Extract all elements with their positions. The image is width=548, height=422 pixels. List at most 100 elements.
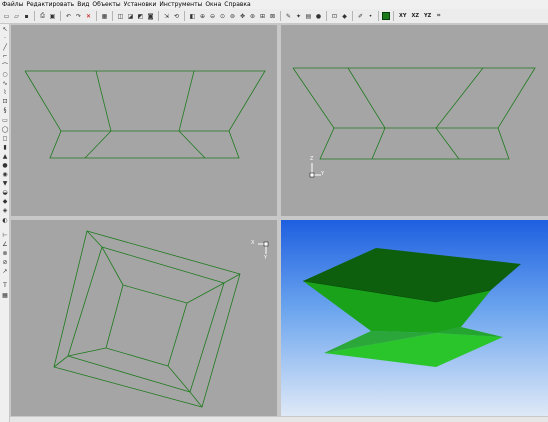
sweep-icon[interactable]: ◆ <box>1 198 9 205</box>
dimension-icon[interactable]: ⊢ <box>1 232 9 239</box>
zoom-window-icon[interactable]: ⊙ <box>218 12 227 21</box>
wire-edge <box>189 391 203 408</box>
axis-indicator <box>309 163 321 178</box>
menu-view[interactable]: Вид <box>77 0 92 9</box>
box-icon[interactable]: ◻ <box>1 135 9 142</box>
helix-icon[interactable]: § <box>1 107 9 114</box>
wire-edge <box>347 67 386 129</box>
zoom-all-icon[interactable]: ⊚ <box>228 12 237 21</box>
pick-icon[interactable]: ✎ <box>284 12 293 21</box>
menu-windows[interactable]: Окна <box>205 0 224 9</box>
cone-icon[interactable]: ▲ <box>1 153 9 160</box>
polyline-icon[interactable]: ⌐ <box>1 53 9 60</box>
wire-outline <box>292 67 536 160</box>
viewport-top[interactable]: X Y <box>11 220 277 416</box>
print-icon[interactable]: ⎙ <box>38 12 47 21</box>
axis-label-y: Y <box>321 171 325 177</box>
view-4-icon[interactable]: ◩ <box>136 12 145 21</box>
angle-icon[interactable]: ∠ <box>1 241 9 248</box>
menu-help[interactable]: Справка <box>224 0 253 9</box>
menu-file[interactable]: Файлы <box>2 0 26 9</box>
axis-label-z: Z <box>310 156 314 162</box>
move-icon[interactable]: ⊗ <box>1 250 9 257</box>
toolbar-separator <box>184 11 185 21</box>
wire-edge <box>167 365 191 393</box>
rect-icon[interactable]: ⊡ <box>1 98 9 105</box>
line-icon[interactable]: ╱ <box>1 44 9 51</box>
view-2-icon[interactable]: ◫ <box>116 12 125 21</box>
menu-tools[interactable]: Инструменты <box>159 0 205 9</box>
text-icon[interactable]: T <box>1 282 9 289</box>
shade-icon[interactable]: ◧ <box>188 12 197 21</box>
axis-label-y: Y <box>264 255 268 261</box>
rectangle-icon[interactable]: ▭ <box>1 117 9 124</box>
orbit-icon[interactable]: ⊛ <box>248 12 257 21</box>
plane-xy-button[interactable]: XY <box>397 13 408 19</box>
wire-edge <box>435 67 484 129</box>
wire-edge <box>95 70 112 132</box>
toolbar-separator <box>112 11 113 21</box>
menu-settings[interactable]: Установки <box>124 0 160 9</box>
surface-icon[interactable]: ◐ <box>1 217 9 224</box>
hatch-icon[interactable]: ▦ <box>1 292 9 299</box>
menu-edit[interactable]: Редактировать <box>26 0 77 9</box>
wire-edge <box>371 127 386 160</box>
zoom-out-icon[interactable]: ⊖ <box>208 12 217 21</box>
scale-icon[interactable]: ↗ <box>1 268 9 275</box>
zoom-in-icon[interactable]: ⊕ <box>198 12 207 21</box>
fit-view-icon[interactable]: ⌗ <box>434 12 443 21</box>
dot-icon[interactable]: • <box>366 12 375 21</box>
ellipse-icon[interactable]: ◯ <box>1 126 9 133</box>
wire-outer <box>53 230 241 408</box>
arc-icon[interactable]: ⌒ <box>1 62 9 70</box>
open-icon[interactable]: ▱ <box>12 12 21 21</box>
render-icon[interactable]: ◙ <box>146 12 155 21</box>
bulb-icon[interactable]: ● <box>314 12 323 21</box>
spline-icon[interactable]: ∿ <box>1 80 9 87</box>
menu-objects[interactable]: Объекты <box>92 0 123 9</box>
color-swatch-icon[interactable] <box>382 12 390 20</box>
pan-icon[interactable]: ✥ <box>238 12 247 21</box>
extrude-icon[interactable]: ▼ <box>1 180 9 187</box>
toolbar-separator <box>158 11 159 21</box>
view-icon[interactable]: ▦ <box>100 12 109 21</box>
select-icon[interactable]: ⇲ <box>162 12 171 21</box>
circle-icon[interactable]: ○ <box>1 71 9 78</box>
rotate-tool-icon[interactable]: ⊘ <box>1 259 9 266</box>
rotate-icon[interactable]: ⟲ <box>172 12 181 21</box>
light-icon[interactable]: ✦ <box>294 12 303 21</box>
torus-icon[interactable]: ◉ <box>1 171 9 178</box>
save-icon[interactable]: ▪ <box>22 12 31 21</box>
viewport-side[interactable]: Z Y <box>281 25 548 216</box>
redo-icon[interactable]: ↷ <box>74 12 83 21</box>
plane-xz-button[interactable]: XZ <box>409 13 420 19</box>
toolbar-separator <box>96 11 97 21</box>
revolve-icon[interactable]: ◒ <box>1 189 9 196</box>
sphere-icon[interactable]: ● <box>1 162 9 169</box>
paint-icon[interactable]: ✐ <box>356 12 365 21</box>
loft-icon[interactable]: ◈ <box>1 207 9 214</box>
toolbar-separator <box>326 11 327 21</box>
snap-icon[interactable]: ⊡ <box>330 12 339 21</box>
curve-icon[interactable]: ⌇ <box>1 89 9 96</box>
undo-icon[interactable]: ↶ <box>64 12 73 21</box>
viewport-perspective[interactable] <box>281 220 548 416</box>
wire-edge <box>178 130 206 159</box>
view-3-icon[interactable]: ◪ <box>126 12 135 21</box>
zoom-extents-icon[interactable]: ⊞ <box>258 12 267 21</box>
print-preview-icon[interactable]: ▣ <box>48 12 57 21</box>
viewport-front[interactable] <box>11 25 277 216</box>
wire-outline <box>24 70 266 159</box>
cylinder-icon[interactable]: ▮ <box>1 144 9 151</box>
frustum-wireframe <box>24 70 266 159</box>
select-arrow-icon[interactable]: ↖ <box>1 26 9 33</box>
bottom-face <box>324 333 503 367</box>
material-icon[interactable]: ◆ <box>340 12 349 21</box>
plane-yz-button[interactable]: YZ <box>422 13 433 19</box>
zoom-prev-icon[interactable]: ⊠ <box>268 12 277 21</box>
layer-icon[interactable]: ▤ <box>304 12 313 21</box>
new-file-icon[interactable]: ▭ <box>2 12 11 21</box>
axis-label-x: X <box>251 240 255 246</box>
delete-icon[interactable]: ✕ <box>84 12 93 21</box>
point-icon[interactable]: · <box>1 35 9 42</box>
